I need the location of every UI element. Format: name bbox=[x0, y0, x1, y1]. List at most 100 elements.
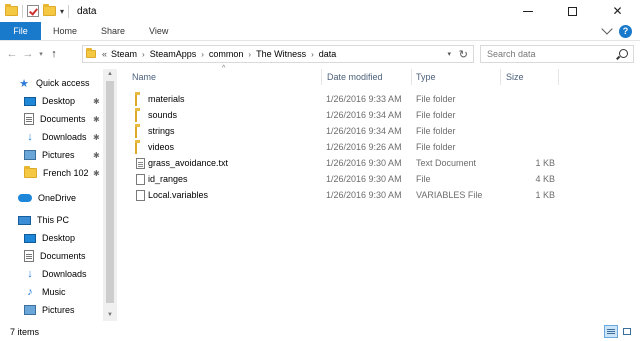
nav-onedrive[interactable]: OneDrive bbox=[18, 190, 76, 206]
expand-ribbon-chevron-icon[interactable] bbox=[601, 23, 613, 35]
maximize-icon bbox=[568, 6, 577, 16]
cloud-icon bbox=[18, 194, 32, 202]
navigation-scrollbar[interactable]: ▲ ▼ bbox=[103, 69, 117, 321]
address-bar[interactable]: « Steam › SteamApps › common › The Witne… bbox=[82, 45, 474, 63]
breadcrumb-separator-icon[interactable]: › bbox=[248, 50, 251, 59]
file-type: VARIABLES File bbox=[416, 190, 483, 200]
folder-icon bbox=[5, 4, 18, 16]
nav-label: Downloads bbox=[42, 269, 87, 279]
search-input[interactable]: Search data bbox=[480, 45, 634, 63]
file-size: 1 KB bbox=[535, 158, 555, 168]
breadcrumb-item[interactable]: The Witness bbox=[256, 49, 306, 59]
breadcrumb-item[interactable]: SteamApps bbox=[150, 49, 197, 59]
forward-arrow-icon[interactable]: → bbox=[20, 44, 36, 64]
column-header-size[interactable]: Size bbox=[506, 72, 524, 82]
desktop-icon bbox=[24, 233, 36, 243]
up-arrow-icon[interactable]: ↑ bbox=[46, 44, 62, 64]
column-header-date[interactable]: Date modified bbox=[327, 72, 383, 82]
nav-label: OneDrive bbox=[38, 193, 77, 203]
properties-icon[interactable] bbox=[27, 5, 39, 17]
breadcrumb-item[interactable]: common bbox=[209, 49, 244, 59]
recent-locations-chevron-down-icon[interactable]: ▾ bbox=[36, 50, 46, 58]
breadcrumb-separator-icon[interactable]: › bbox=[201, 50, 204, 59]
desktop-icon bbox=[24, 96, 36, 106]
address-history-chevron-down-icon[interactable]: ▾ bbox=[447, 50, 451, 58]
breadcrumb-item[interactable]: Steam bbox=[111, 49, 137, 59]
tab-share[interactable]: Share bbox=[89, 22, 137, 40]
file-row-videos[interactable]: videos 1/26/2016 9:26 AM File folder bbox=[118, 140, 640, 156]
nav-quick-french-102[interactable]: French 102 ✱ bbox=[24, 165, 114, 181]
file-type: File folder bbox=[416, 94, 456, 104]
breadcrumb-separator-icon[interactable]: › bbox=[142, 50, 145, 59]
file-name: sounds bbox=[148, 110, 178, 120]
file-row-grass-avoidance[interactable]: grass_avoidance.txt 1/26/2016 9:30 AM Te… bbox=[118, 156, 640, 172]
large-icons-view-button[interactable] bbox=[620, 325, 634, 338]
nav-quick-access[interactable]: ★ Quick access bbox=[18, 75, 89, 91]
nav-this-pc[interactable]: This PC bbox=[18, 212, 69, 228]
view-switcher bbox=[604, 325, 634, 338]
window-title: data bbox=[77, 5, 97, 17]
breadcrumb-separator-icon[interactable]: › bbox=[311, 50, 314, 59]
refresh-icon[interactable]: ↻ bbox=[459, 48, 468, 61]
tab-view[interactable]: View bbox=[137, 22, 180, 40]
pin-icon[interactable]: ✱ bbox=[93, 151, 100, 160]
nav-label: Documents bbox=[40, 251, 86, 261]
documents-icon bbox=[24, 250, 34, 262]
nav-quick-downloads[interactable]: ↓ Downloads ✱ bbox=[24, 129, 114, 145]
column-header-type[interactable]: Type bbox=[416, 72, 436, 82]
scroll-down-icon[interactable]: ▼ bbox=[107, 312, 113, 318]
file-date: 1/26/2016 9:30 AM bbox=[326, 174, 402, 184]
tab-file[interactable]: File bbox=[0, 22, 41, 40]
breadcrumb-item[interactable]: data bbox=[319, 49, 337, 59]
file-row-sounds[interactable]: sounds 1/26/2016 9:34 AM File folder bbox=[118, 108, 640, 124]
pin-icon[interactable]: ✱ bbox=[93, 133, 100, 142]
file-row-materials[interactable]: materials 1/26/2016 9:33 AM File folder bbox=[118, 92, 640, 108]
breadcrumb-overflow[interactable]: « bbox=[102, 49, 107, 59]
nav-label: Music bbox=[42, 287, 66, 297]
nav-quick-documents[interactable]: Documents ✱ bbox=[24, 111, 114, 127]
file-date: 1/26/2016 9:30 AM bbox=[326, 190, 402, 200]
column-divider[interactable] bbox=[558, 69, 559, 85]
scrollbar-thumb[interactable] bbox=[106, 81, 114, 303]
toolbar-divider bbox=[68, 4, 70, 18]
column-divider[interactable] bbox=[321, 69, 322, 85]
file-name: videos bbox=[148, 142, 175, 152]
column-divider[interactable] bbox=[500, 69, 501, 85]
close-button[interactable]: ✕ bbox=[595, 0, 640, 22]
nav-pc-music[interactable]: ♪ Music bbox=[24, 284, 66, 300]
back-arrow-icon[interactable]: ← bbox=[4, 44, 20, 64]
file-row-local-variables[interactable]: Local.variables 1/26/2016 9:30 AM VARIAB… bbox=[118, 188, 640, 204]
minimize-icon bbox=[522, 10, 533, 12]
tab-home[interactable]: Home bbox=[41, 22, 89, 40]
nav-pc-downloads[interactable]: ↓ Downloads bbox=[24, 266, 87, 282]
nav-pc-documents[interactable]: Documents bbox=[24, 248, 86, 264]
maximize-button[interactable] bbox=[550, 0, 595, 22]
new-folder-icon[interactable] bbox=[43, 4, 56, 16]
file-name: id_ranges bbox=[148, 174, 188, 184]
details-view-button[interactable] bbox=[604, 325, 618, 338]
nav-pc-pictures[interactable]: Pictures bbox=[24, 302, 75, 318]
search-icon bbox=[619, 49, 628, 58]
title-bar: ▾ data ✕ bbox=[0, 0, 640, 22]
minimize-button[interactable] bbox=[505, 0, 550, 22]
nav-quick-desktop[interactable]: Desktop ✱ bbox=[24, 93, 114, 109]
pin-icon[interactable]: ✱ bbox=[93, 169, 100, 178]
nav-pc-desktop[interactable]: Desktop bbox=[24, 230, 75, 246]
scroll-up-icon[interactable]: ▲ bbox=[107, 71, 113, 77]
help-icon[interactable]: ? bbox=[619, 24, 632, 38]
file-type: File folder bbox=[416, 110, 456, 120]
customize-toolbar-dropdown-icon[interactable]: ▾ bbox=[60, 7, 64, 16]
pin-icon[interactable]: ✱ bbox=[93, 115, 100, 124]
file-row-strings[interactable]: strings 1/26/2016 9:34 AM File folder bbox=[118, 124, 640, 140]
pin-icon[interactable]: ✱ bbox=[93, 97, 100, 106]
nav-quick-pictures[interactable]: Pictures ✱ bbox=[24, 147, 114, 163]
folder-icon bbox=[24, 166, 37, 178]
item-count: 7 items bbox=[10, 326, 40, 337]
file-row-id-ranges[interactable]: id_ranges 1/26/2016 9:30 AM File 4 KB bbox=[118, 172, 640, 188]
column-divider[interactable] bbox=[411, 69, 412, 85]
star-icon: ★ bbox=[19, 77, 29, 90]
file-type: File bbox=[416, 174, 431, 184]
nav-label: Desktop bbox=[42, 233, 76, 243]
file-icon bbox=[136, 190, 145, 201]
column-header-name[interactable]: Name bbox=[132, 72, 156, 82]
